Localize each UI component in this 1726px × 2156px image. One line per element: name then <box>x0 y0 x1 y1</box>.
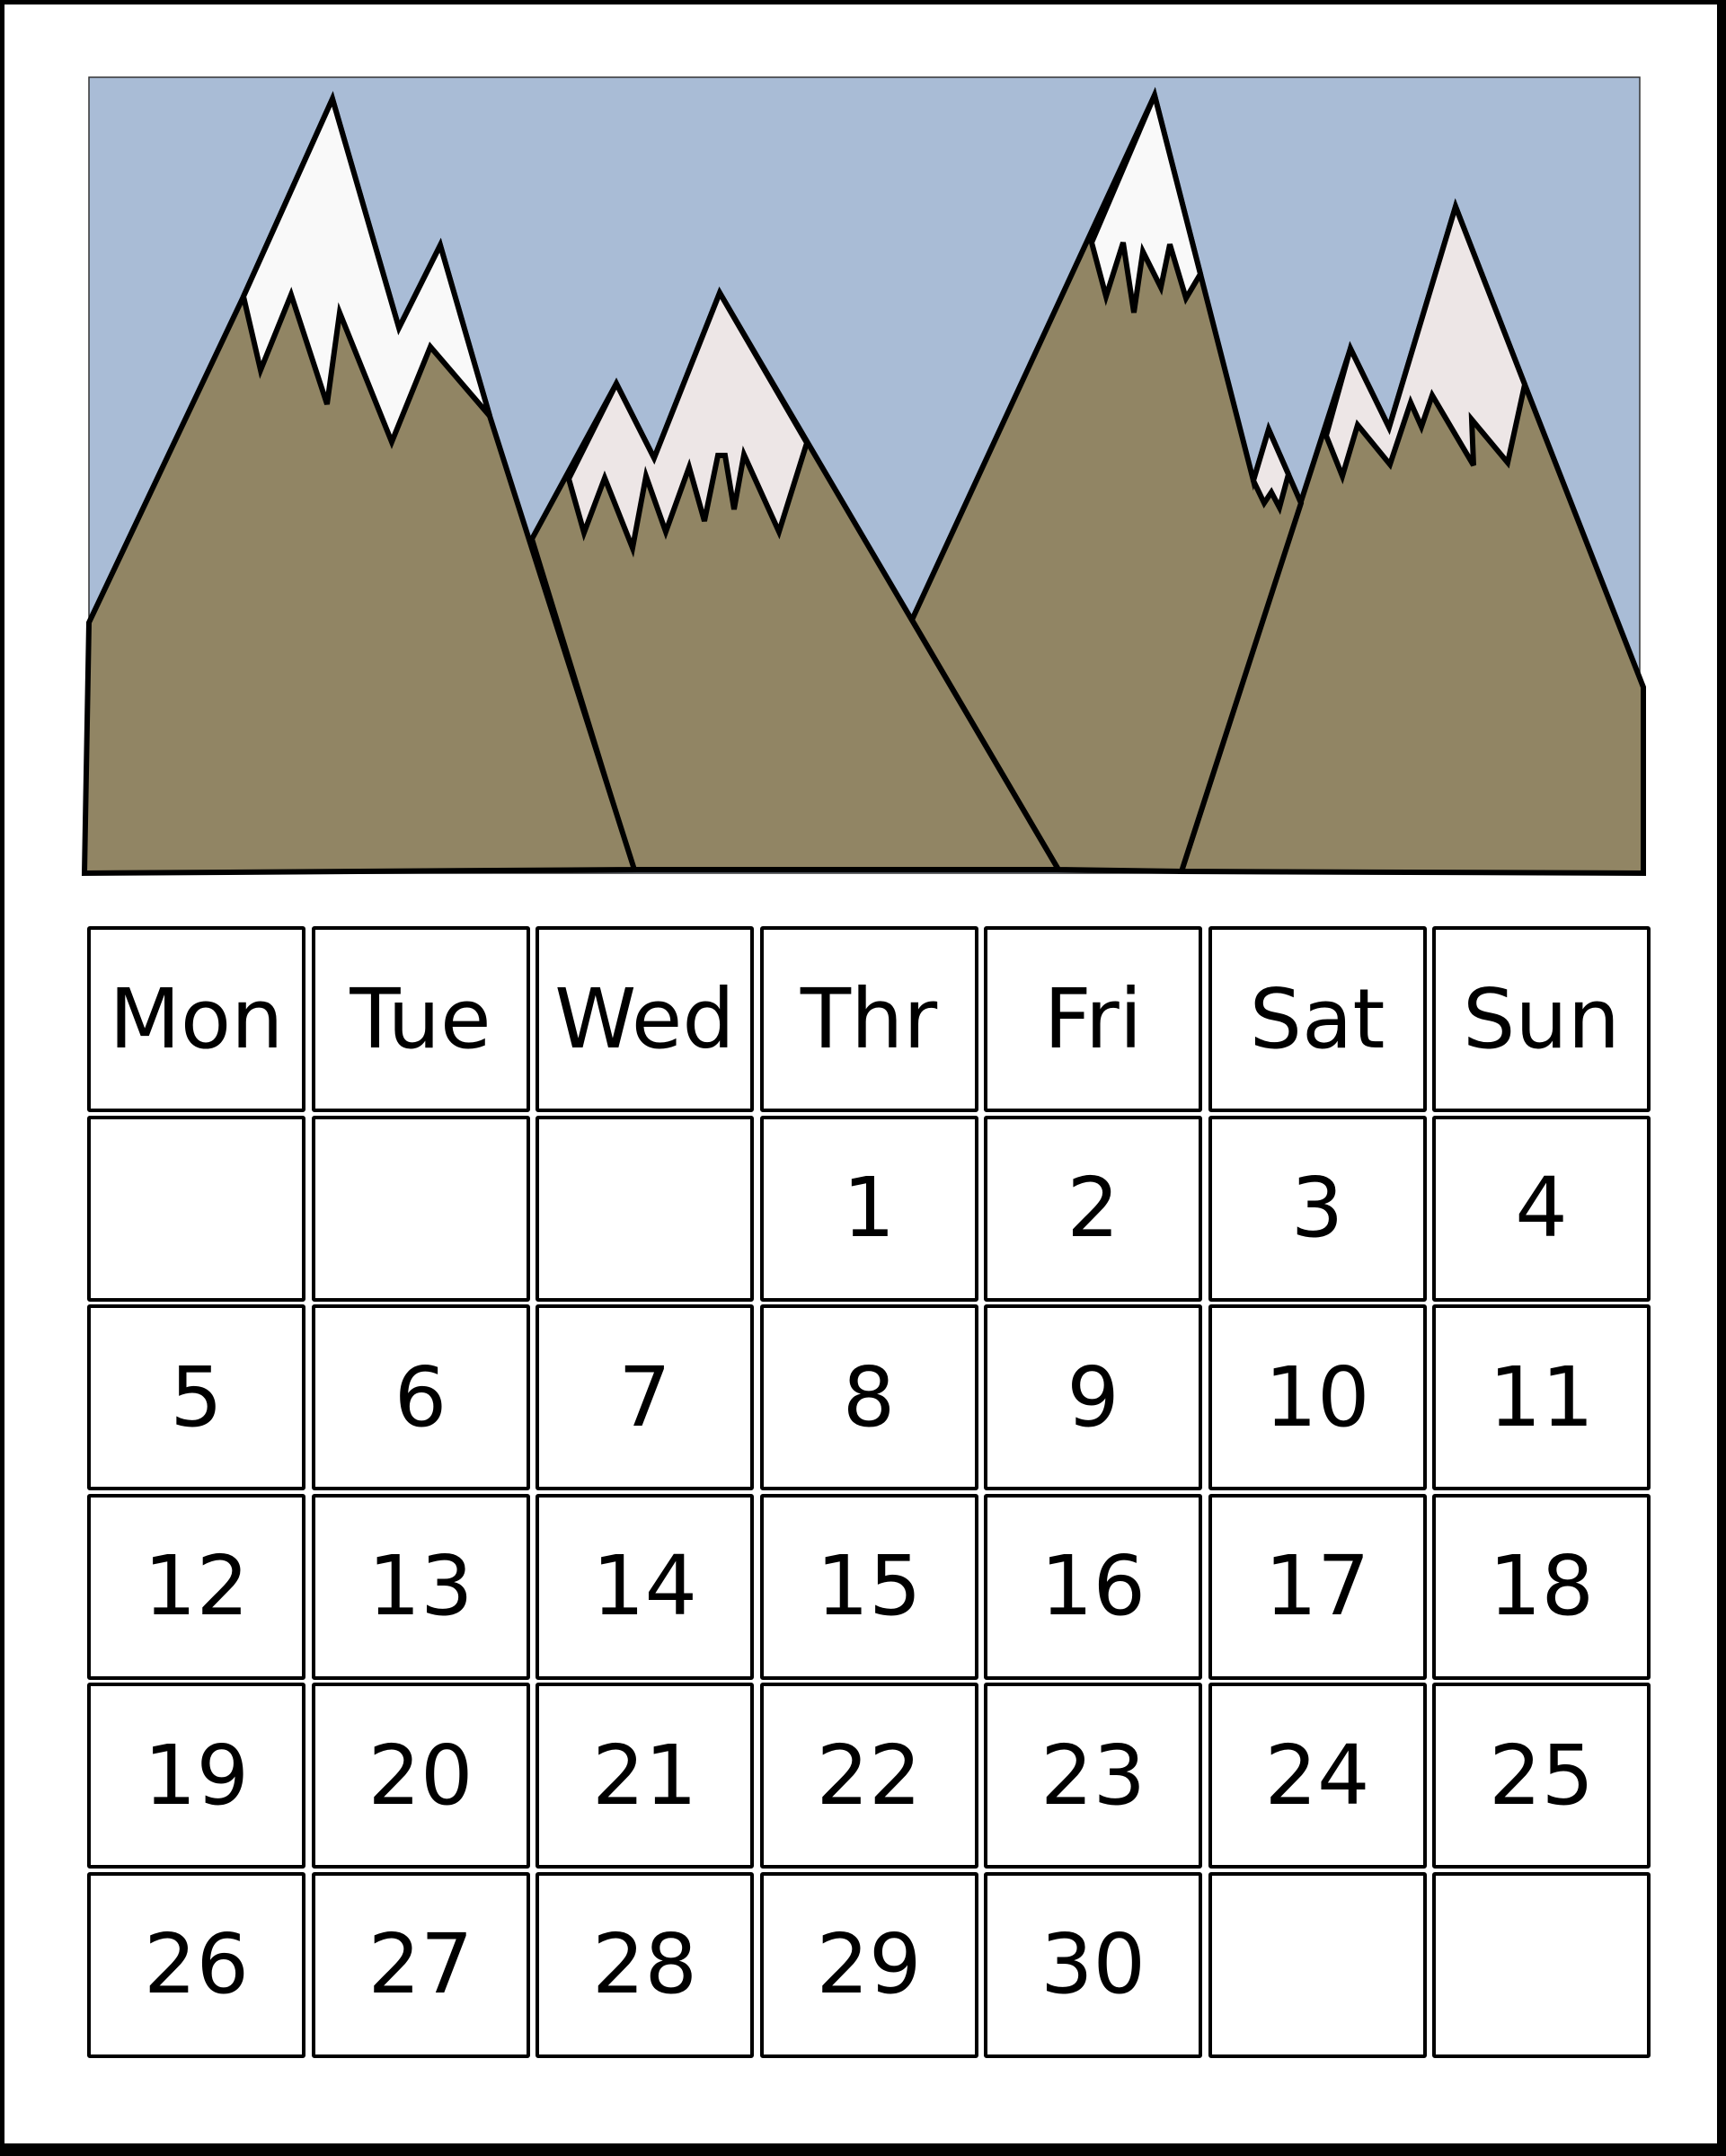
weekday-header-label: Wed <box>554 970 735 1067</box>
day-cell: 29 <box>759 1871 978 2058</box>
empty-day-cell <box>311 1115 530 1302</box>
day-cell: 24 <box>1208 1683 1427 1869</box>
day-cell: 28 <box>536 1871 754 2058</box>
day-cell: 11 <box>1432 1304 1651 1490</box>
day-cell: 2 <box>984 1115 1202 1302</box>
day-cell-label: 7 <box>618 1348 671 1445</box>
weekday-header: Wed <box>536 926 754 1112</box>
day-cell-label: 11 <box>1488 1348 1595 1445</box>
weekday-header-label: Thr <box>800 970 938 1067</box>
weekday-header: Sat <box>1208 926 1427 1112</box>
day-cell-label: 17 <box>1264 1538 1370 1634</box>
day-cell-label: 5 <box>170 1348 223 1445</box>
day-cell: 10 <box>1208 1304 1427 1490</box>
day-cell-label: 22 <box>816 1727 922 1824</box>
weekday-header: Thr <box>759 926 978 1112</box>
day-cell-label: 13 <box>367 1538 474 1634</box>
day-cell: 14 <box>536 1493 754 1680</box>
day-cell-label: 26 <box>143 1916 250 2012</box>
day-cell-label: 30 <box>1040 1916 1146 2012</box>
day-cell-label: 20 <box>367 1727 474 1824</box>
day-cell-label: 1 <box>842 1160 896 1256</box>
weekday-header-label: Sun <box>1462 970 1620 1067</box>
day-cell-label: 9 <box>1067 1348 1120 1445</box>
empty-day-cell <box>1208 1871 1427 2058</box>
day-cell-label: 14 <box>591 1538 698 1634</box>
day-cell-label: 27 <box>367 1916 474 2012</box>
day-cell: 3 <box>1208 1115 1427 1302</box>
day-cell: 9 <box>984 1304 1202 1490</box>
day-cell-label: 12 <box>143 1538 250 1634</box>
day-cell-label: 3 <box>1290 1160 1344 1256</box>
day-cell: 6 <box>311 1304 530 1490</box>
day-cell-label: 2 <box>1067 1160 1120 1256</box>
day-cell: 5 <box>87 1304 305 1490</box>
day-cell: 30 <box>984 1871 1202 2058</box>
day-cell: 17 <box>1208 1493 1427 1680</box>
day-cell: 12 <box>87 1493 305 1680</box>
empty-day-cell <box>87 1115 305 1302</box>
day-cell: 19 <box>87 1683 305 1869</box>
day-cell-label: 8 <box>842 1348 896 1445</box>
weekday-header: Sun <box>1432 926 1651 1112</box>
day-cell: 25 <box>1432 1683 1651 1869</box>
day-cell: 13 <box>311 1493 530 1680</box>
weekday-header-label: Mon <box>109 970 284 1067</box>
weekday-header: Tue <box>311 926 530 1112</box>
day-cell: 26 <box>87 1871 305 2058</box>
day-cell-label: 10 <box>1264 1348 1370 1445</box>
day-cell: 23 <box>984 1683 1202 1869</box>
day-cell: 21 <box>536 1683 754 1869</box>
day-cell-label: 21 <box>591 1727 698 1824</box>
empty-day-cell <box>536 1115 754 1302</box>
day-cell-label: 4 <box>1515 1160 1568 1256</box>
day-cell: 4 <box>1432 1115 1651 1302</box>
day-cell-label: 16 <box>1040 1538 1146 1634</box>
day-cell: 27 <box>311 1871 530 2058</box>
day-cell-label: 6 <box>394 1348 447 1445</box>
day-cell-label: 15 <box>816 1538 922 1634</box>
weekday-header-label: Sat <box>1249 970 1385 1067</box>
day-cell: 8 <box>759 1304 978 1490</box>
day-cell: 1 <box>759 1115 978 1302</box>
weekday-header-label: Fri <box>1043 970 1143 1067</box>
day-cell-label: 28 <box>591 1916 698 2012</box>
day-cell: 18 <box>1432 1493 1651 1680</box>
day-cell-label: 19 <box>143 1727 250 1824</box>
day-cell: 15 <box>759 1493 978 1680</box>
weekday-header: Mon <box>87 926 305 1112</box>
day-cell: 16 <box>984 1493 1202 1680</box>
day-cell-label: 25 <box>1488 1727 1595 1824</box>
empty-day-cell <box>1432 1871 1651 2058</box>
weekday-header-label: Tue <box>350 970 491 1067</box>
weekday-header: Fri <box>984 926 1202 1112</box>
day-cell-label: 29 <box>816 1916 922 2012</box>
day-cell: 20 <box>311 1683 530 1869</box>
day-cell-label: 24 <box>1264 1727 1370 1824</box>
day-cell-label: 18 <box>1488 1538 1595 1634</box>
mountain-illustration <box>81 76 1646 877</box>
day-cell: 22 <box>759 1683 978 1869</box>
day-cell: 7 <box>536 1304 754 1490</box>
day-cell-label: 23 <box>1040 1727 1146 1824</box>
